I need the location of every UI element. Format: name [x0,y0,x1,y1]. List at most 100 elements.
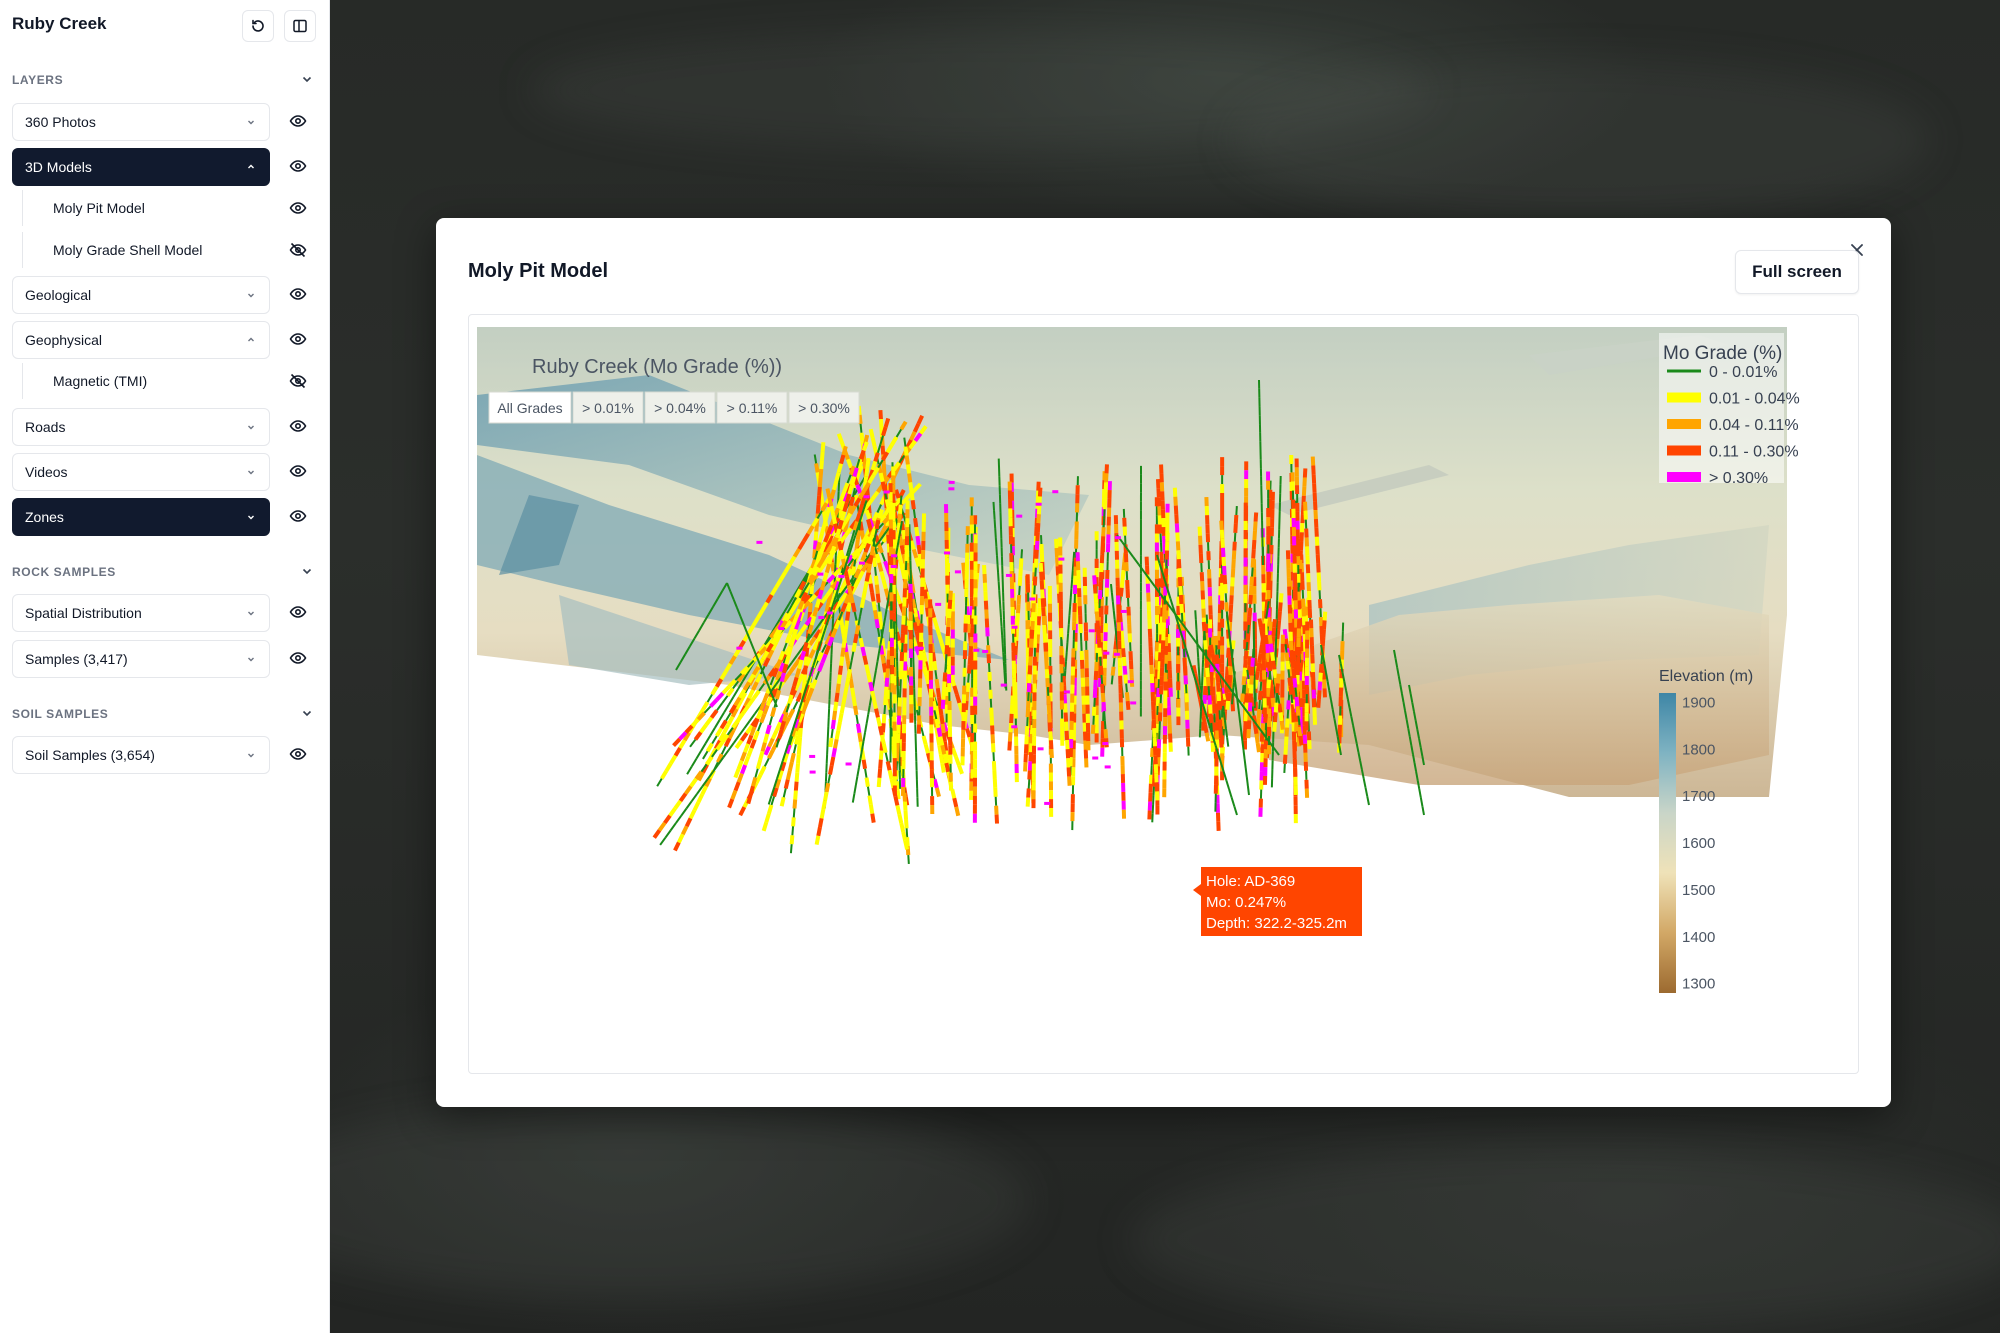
sublayer-moly-grade-shell-model[interactable]: Moly Grade Shell Model [22,232,280,268]
plot-frame: Ruby Creek (Mo Grade (%)) All Grades > 0.… [468,314,1859,1074]
layer-label: Roads [25,419,66,435]
layer-geophysical[interactable]: Geophysical [12,321,270,359]
high-grade-interval [818,616,825,620]
section-label: LAYERS [12,73,64,87]
high-grade-interval [809,770,816,774]
colorbar-gradient [1659,693,1676,993]
layer-geological[interactable]: Geological [12,276,270,314]
section-label: ROCK SAMPLES [12,565,116,579]
visibility-toggle[interactable] [287,328,309,350]
legend-title: Mo Grade (%) [1663,343,1782,364]
drillhole-trace[interactable] [1266,471,1272,755]
layer-soil-samples[interactable]: Soil Samples (3,654) [12,736,270,774]
colorbar-title: Elevation (m) [1659,668,1753,685]
chevron-down-icon [248,470,254,475]
refresh-button[interactable] [242,10,274,42]
high-grade-interval [1120,609,1127,613]
drillhole-trace[interactable] [972,534,978,823]
high-grade-interval [982,649,989,653]
visibility-toggle[interactable] [287,505,309,527]
high-grade-interval [826,611,833,615]
high-grade-interval [1052,490,1059,494]
high-grade-interval [1044,801,1051,805]
visibility-toggle[interactable] [287,460,309,482]
full-screen-button[interactable]: Full screen [1735,250,1859,294]
high-grade-interval [1011,625,1018,629]
filter-button[interactable]: All Grades [488,391,572,424]
layer-samples[interactable]: Samples (3,417) [12,640,270,678]
visibility-toggle[interactable] [287,110,309,132]
eye-icon [289,160,307,172]
chevron-down-icon [248,293,254,298]
sublayer-label: Moly Pit Model [53,200,145,216]
eye-icon [289,115,307,127]
layer-zones[interactable]: Zones [12,498,270,536]
panel-icon [293,19,307,33]
eye-icon [289,202,307,214]
filter-button[interactable]: > 0.01% [572,391,644,424]
high-grade-interval [1029,597,1036,601]
drillhole-trace[interactable] [888,483,895,693]
layer-label: Geophysical [25,332,103,348]
filter-button[interactable]: > 0.11% [716,391,788,424]
section-layers[interactable]: LAYERS [12,70,318,90]
eye-icon [289,652,307,664]
layer-3d-models[interactable]: 3D Models [12,148,270,186]
high-grade-interval [948,487,955,491]
chevron-up-icon [248,164,254,169]
drillhole-trace[interactable] [928,599,935,815]
visibility-toggle[interactable] [287,155,309,177]
sublayer-label: Moly Grade Shell Model [53,242,203,258]
high-grade-interval [890,564,897,568]
visibility-toggle[interactable] [287,743,309,765]
visibility-toggle[interactable] [287,370,309,392]
section-soil-samples[interactable]: SOIL SAMPLES [12,704,318,724]
modal-title: Moly Pit Model [468,260,608,282]
colorbar-tick-label: 1800 [1682,741,1715,758]
layer-videos[interactable]: Videos [12,453,270,491]
layer-label: 3D Models [25,159,92,175]
chevron-down-icon [248,753,254,758]
layer-label: Soil Samples (3,654) [25,747,155,763]
visibility-toggle[interactable] [287,647,309,669]
high-grade-interval [756,540,763,544]
visibility-toggle[interactable] [287,283,309,305]
section-label: SOIL SAMPLES [12,707,109,721]
chevron-down-icon [302,76,312,83]
chevron-down-icon [248,515,254,520]
toggle-panel-button[interactable] [284,10,316,42]
high-grade-interval [883,490,890,494]
sublayer-magnetic-tmi[interactable]: Magnetic (TMI) [22,363,280,399]
high-grade-interval [1005,573,1012,577]
drillhole-3d-plot[interactable]: Ruby Creek (Mo Grade (%)) All Grades > 0.… [469,315,1859,1074]
tooltip-hole: Hole: AD-369 [1206,873,1295,890]
filter-button[interactable]: > 0.04% [644,391,716,424]
drillhole-trace[interactable] [1261,623,1267,718]
layer-sidebar: Ruby Creek LAYERS 360 Photos 3D Models M… [0,0,330,1333]
chevron-down-icon [248,425,254,430]
high-grade-interval [917,646,924,650]
legend-label: > 0.30% [1709,470,1768,487]
visibility-toggle[interactable] [287,197,309,219]
visibility-toggle[interactable] [287,601,309,623]
visibility-toggle[interactable] [287,415,309,437]
high-grade-interval [944,551,951,555]
layer-spatial-distribution[interactable]: Spatial Distribution [12,594,270,632]
sublayer-moly-pit-model[interactable]: Moly Pit Model [22,190,280,226]
chevron-down-icon [248,657,254,662]
filter-button-label: > 0.30% [798,400,850,416]
layer-roads[interactable]: Roads [12,408,270,446]
layer-360-photos[interactable]: 360 Photos [12,103,270,141]
layer-label: Geological [25,287,92,303]
drillhole-trace[interactable] [908,583,914,723]
high-grade-interval [1104,765,1111,769]
colorbar-tick-label: 1900 [1682,694,1715,711]
high-grade-interval [1063,690,1070,694]
drillhole-trace[interactable] [1304,621,1310,731]
high-grade-interval [954,570,961,574]
high-grade-interval [1102,742,1109,746]
visibility-toggle[interactable] [287,239,309,261]
high-grade-interval [948,480,955,484]
section-rock-samples[interactable]: ROCK SAMPLES [12,562,318,582]
filter-button[interactable]: > 0.30% [788,391,860,424]
